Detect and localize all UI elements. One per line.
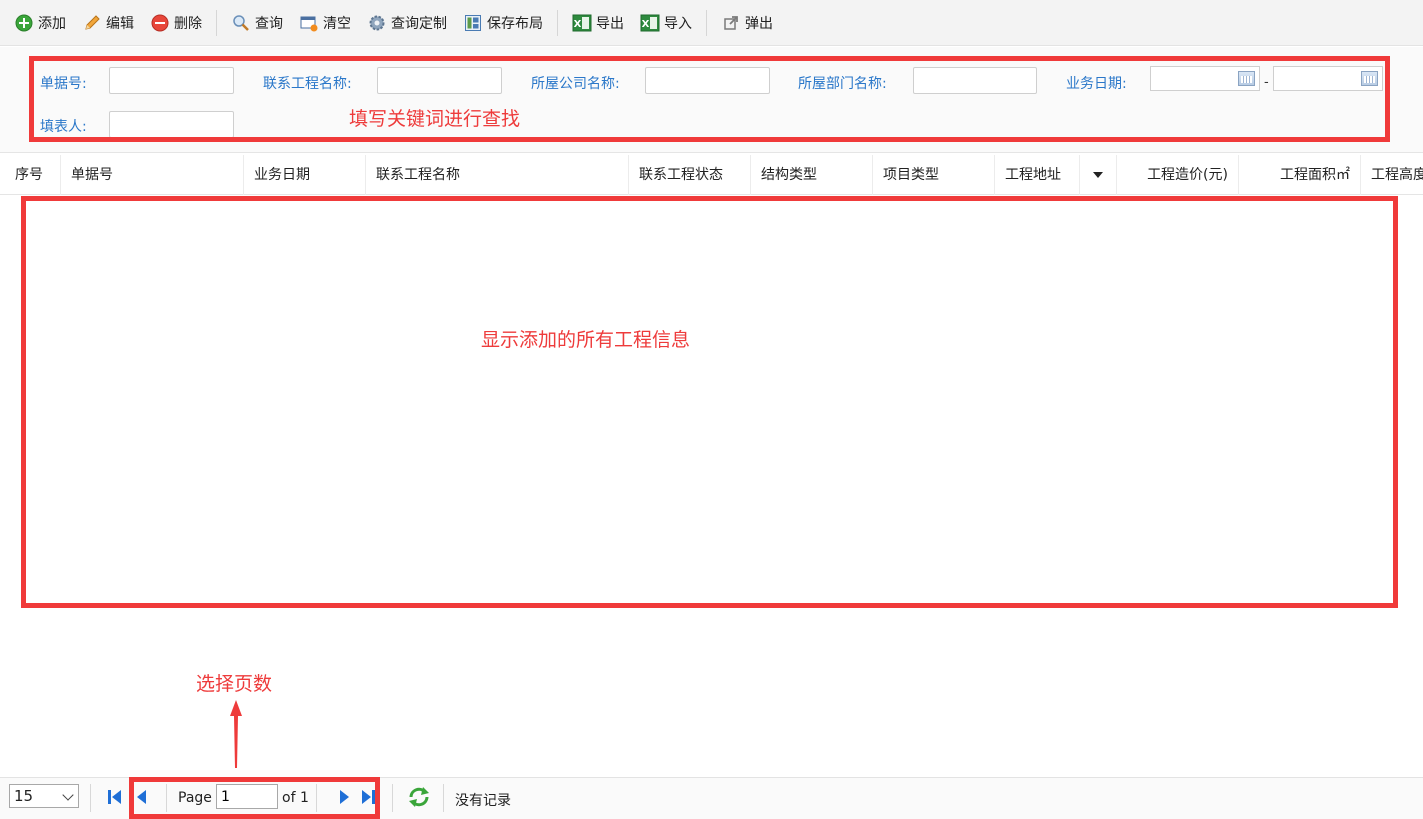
- column-header[interactable]: 业务日期: [244, 155, 366, 195]
- column-header[interactable]: 项目类型: [873, 155, 995, 195]
- record-status: 没有记录: [455, 793, 511, 809]
- save-layout-label: 保存布局: [487, 15, 543, 32]
- search-highlight-box: [29, 56, 1390, 142]
- add-icon: [14, 13, 34, 33]
- grid-highlight-box: [21, 196, 1398, 608]
- layout-icon: [463, 13, 483, 33]
- save-layout-button[interactable]: 保存布局: [457, 8, 549, 38]
- popup-label: 弹出: [745, 15, 773, 32]
- query-custom-label: 查询定制: [391, 15, 447, 32]
- column-header[interactable]: 结构类型: [751, 155, 873, 195]
- grid-header: 序号 单据号 业务日期 联系工程名称 联系工程状态 结构类型 项目类型 工程地址…: [0, 155, 1423, 195]
- refresh-icon[interactable]: [407, 786, 431, 808]
- delete-label: 删除: [174, 15, 202, 32]
- add-label: 添加: [38, 15, 66, 32]
- excel-export-icon: X: [572, 13, 592, 33]
- pager: 15 Page of 1 没有记录: [0, 777, 1423, 819]
- search-hint-annotation: 填写关键词进行查找: [349, 108, 521, 130]
- popup-button[interactable]: 弹出: [715, 8, 779, 38]
- page-size-value: 15: [14, 787, 34, 805]
- column-header[interactable]: 工程造价(元): [1117, 155, 1239, 195]
- export-label: 导出: [596, 15, 624, 32]
- column-header[interactable]: 联系工程状态: [629, 155, 751, 195]
- first-page-icon[interactable]: [106, 788, 122, 806]
- add-button[interactable]: 添加: [8, 8, 72, 38]
- pager-highlight-box: [129, 777, 380, 819]
- import-label: 导入: [664, 15, 692, 32]
- column-header[interactable]: 联系工程名称: [366, 155, 629, 195]
- pager-divider: [90, 784, 91, 812]
- search-icon: [231, 13, 251, 33]
- pager-divider: [443, 784, 444, 812]
- toolbar-divider: [557, 9, 558, 36]
- gear-icon: [367, 13, 387, 33]
- column-header[interactable]: 工程高度: [1361, 155, 1423, 195]
- svg-text:X: X: [574, 19, 582, 30]
- column-header[interactable]: 工程面积㎡: [1239, 155, 1361, 195]
- column-header[interactable]: 工程地址: [995, 155, 1080, 195]
- pencil-icon: [82, 13, 102, 33]
- remove-icon: [150, 13, 170, 33]
- caret-down-icon: [1093, 172, 1103, 178]
- import-button[interactable]: X 导入: [634, 8, 698, 38]
- edit-label: 编辑: [106, 15, 134, 32]
- toolbar: 添加 编辑 删除 查询 清空 查询定制 保存布局 X 导出 X 导入 弹出: [0, 0, 1423, 46]
- delete-button[interactable]: 删除: [144, 8, 208, 38]
- svg-text:X: X: [642, 19, 650, 30]
- query-custom-button[interactable]: 查询定制: [361, 8, 453, 38]
- edit-button[interactable]: 编辑: [76, 8, 140, 38]
- clear-button[interactable]: 清空: [293, 8, 357, 38]
- toolbar-divider: [216, 9, 217, 36]
- grid-hint-annotation: 显示添加的所有工程信息: [481, 329, 691, 351]
- export-button[interactable]: X 导出: [566, 8, 630, 38]
- external-link-icon: [721, 13, 741, 33]
- toolbar-divider: [706, 9, 707, 36]
- column-header[interactable]: 序号: [0, 155, 61, 195]
- pager-hint-annotation: 选择页数: [196, 673, 273, 695]
- chevron-down-icon: [62, 789, 74, 801]
- query-label: 查询: [255, 15, 283, 32]
- page-size-select[interactable]: 15: [9, 784, 79, 808]
- query-button[interactable]: 查询: [225, 8, 289, 38]
- column-menu-button[interactable]: [1080, 155, 1117, 195]
- clear-label: 清空: [323, 15, 351, 32]
- excel-import-icon: X: [640, 13, 660, 33]
- arrow-up-icon: [230, 700, 242, 768]
- column-header[interactable]: 单据号: [61, 155, 244, 195]
- clear-form-icon: [299, 13, 319, 33]
- pager-divider: [392, 784, 393, 812]
